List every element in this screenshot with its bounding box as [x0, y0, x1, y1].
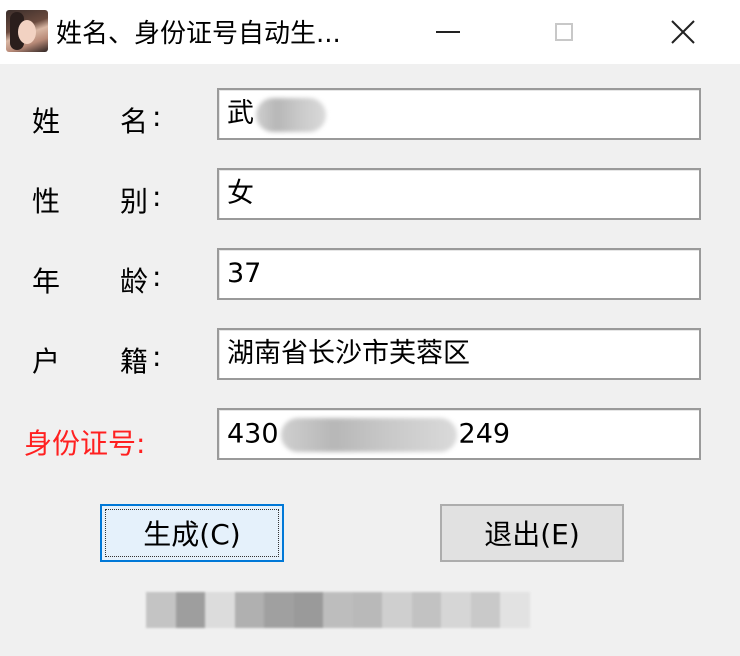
name-field[interactable]: 武: [217, 88, 701, 140]
generate-button[interactable]: 生成(C): [100, 504, 284, 562]
close-button[interactable]: [640, 0, 726, 64]
redacted-blur: [280, 417, 457, 452]
id-number-label: 身份证号:: [24, 427, 146, 460]
maximize-icon: [555, 23, 573, 41]
id-number-field[interactable]: 430 249: [217, 408, 701, 460]
redacted-blur: [256, 97, 326, 132]
title-bar: 姓名、身份证号自动生...: [0, 0, 740, 64]
id-number-prefix: 430: [227, 418, 279, 450]
app-avatar-icon: [6, 10, 48, 52]
gender-field[interactable]: 女: [217, 168, 701, 220]
redacted-footer-text: [146, 592, 530, 628]
close-icon: [671, 20, 695, 44]
age-field[interactable]: 37: [217, 248, 701, 300]
minimize-icon: [436, 31, 460, 33]
hometown-field[interactable]: 湖南省长沙市芙蓉区: [217, 328, 701, 380]
exit-button[interactable]: 退出(E): [440, 504, 624, 562]
id-number-suffix: 249: [458, 418, 511, 450]
window-title: 姓名、身份证号自动生...: [56, 19, 341, 49]
minimize-button[interactable]: [405, 0, 491, 64]
maximize-button[interactable]: [521, 0, 607, 64]
name-visible-text: 武: [227, 98, 254, 129]
